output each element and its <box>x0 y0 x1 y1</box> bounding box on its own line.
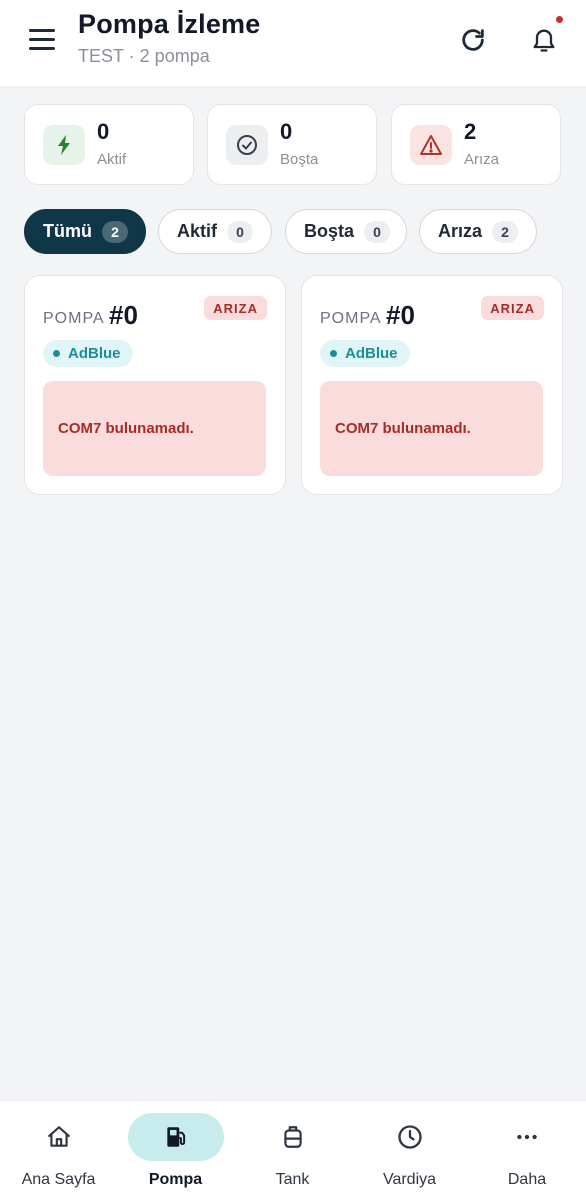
fuel-type-label: AdBlue <box>345 345 398 362</box>
stat-label: Aktif <box>97 151 127 168</box>
nav-label: Daha <box>507 1171 547 1188</box>
stat-card-fault[interactable]: 2 Arıza <box>391 104 561 185</box>
fuel-pump-icon <box>127 1113 224 1161</box>
stat-card-idle[interactable]: 0 Boşta <box>207 104 377 185</box>
stat-value: 2 <box>464 119 477 144</box>
error-message-box: COM7 bulunamadı. <box>320 381 543 476</box>
warning-icon <box>410 125 452 165</box>
nav-item-more[interactable]: Daha <box>468 1101 586 1200</box>
stat-value: 0 <box>280 119 293 144</box>
fuel-type-tag: AdBlue <box>43 340 133 367</box>
nav-item-home[interactable]: Ana Sayfa <box>0 1101 117 1200</box>
filter-chip-all[interactable]: Tümü 2 <box>24 209 146 254</box>
dot-icon <box>330 350 337 357</box>
bolt-icon <box>43 125 85 165</box>
app-header: Pompa İzleme TEST · 2 pompa <box>0 0 586 86</box>
bell-icon[interactable] <box>526 22 562 58</box>
dot-icon <box>53 350 60 357</box>
error-message: COM7 bulunamadı. <box>335 420 471 437</box>
stat-value: 0 <box>97 119 110 144</box>
bottom-nav: Ana Sayfa Pompa Tank Vardiya Daha <box>0 1100 586 1200</box>
stat-label: Boşta <box>280 151 319 168</box>
status-badge: ARIZA <box>204 296 267 320</box>
status-badge: ARIZA <box>481 296 544 320</box>
nav-label: Tank <box>275 1171 310 1188</box>
clock-icon <box>362 1113 458 1161</box>
notification-dot <box>556 16 563 23</box>
pump-card[interactable]: POMPA #0 ARIZA AdBlue COM7 bulunamadı. <box>301 275 563 495</box>
chip-label: Boşta <box>304 221 355 241</box>
tank-icon <box>245 1113 341 1161</box>
hamburger-icon[interactable] <box>22 22 62 56</box>
pump-card[interactable]: POMPA #0 ARIZA AdBlue COM7 bulunamadı. <box>24 275 286 495</box>
error-message-box: COM7 bulunamadı. <box>43 381 266 476</box>
pump-label: POMPA <box>320 310 382 327</box>
pump-number: #0 <box>109 300 138 330</box>
chip-label: Aktif <box>177 221 217 241</box>
nav-item-shift[interactable]: Vardiya <box>351 1101 468 1200</box>
stat-label: Arıza <box>464 151 500 168</box>
error-message: COM7 bulunamadı. <box>58 420 194 437</box>
fuel-type-label: AdBlue <box>68 345 121 362</box>
filter-chip-fault[interactable]: Arıza 2 <box>419 209 537 254</box>
chip-count: 0 <box>227 220 253 243</box>
page-title: Pompa İzleme <box>78 9 261 39</box>
chip-label: Tümü <box>43 221 92 241</box>
filter-chip-active[interactable]: Aktif 0 <box>158 209 272 254</box>
pump-label: POMPA <box>43 310 105 327</box>
chip-count: 2 <box>492 220 519 243</box>
chip-count: 0 <box>364 220 391 243</box>
filter-chip-idle[interactable]: Boşta 0 <box>285 209 407 254</box>
more-icon <box>479 1113 575 1161</box>
nav-item-tank[interactable]: Tank <box>234 1101 351 1200</box>
page-subtitle: TEST · 2 pompa <box>78 46 210 66</box>
refresh-icon[interactable] <box>455 22 491 58</box>
home-icon <box>11 1113 107 1161</box>
stat-card-active[interactable]: 0 Aktif <box>24 104 194 185</box>
pump-number: #0 <box>386 300 415 330</box>
check-circle-icon <box>226 125 268 165</box>
nav-item-pump[interactable]: Pompa <box>117 1101 234 1200</box>
chip-count: 2 <box>102 220 128 243</box>
nav-label: Ana Sayfa <box>21 1171 96 1188</box>
nav-label: Pompa <box>148 1171 203 1188</box>
chip-label: Arıza <box>438 221 483 241</box>
fuel-type-tag: AdBlue <box>320 340 410 367</box>
nav-label: Vardiya <box>382 1171 437 1188</box>
